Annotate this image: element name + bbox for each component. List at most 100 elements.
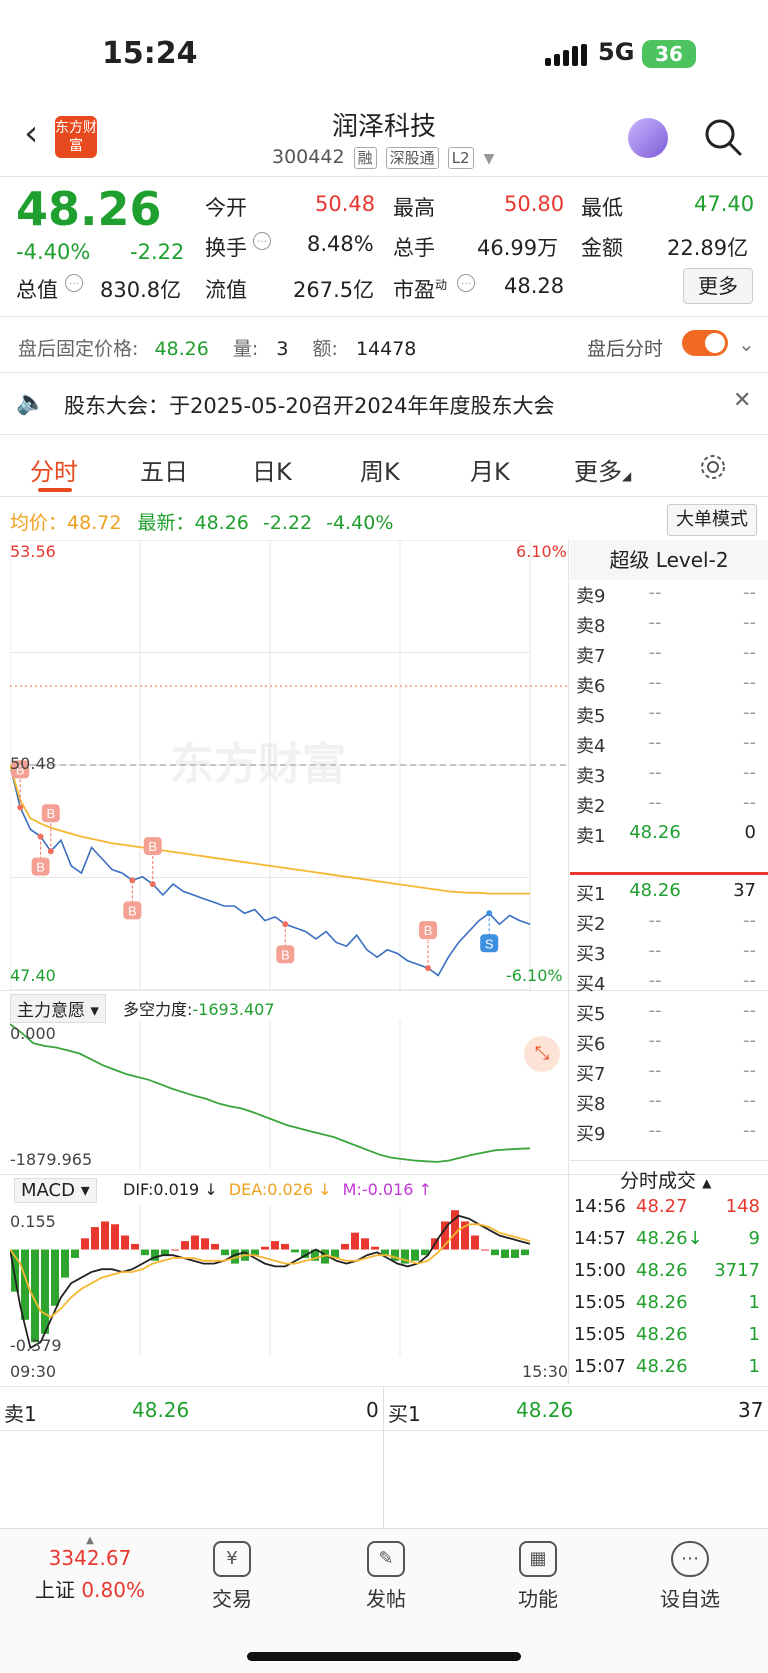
notice-bar[interactable]: 🔈 股东大会：于2025-05-20召开2024年年度股东大会 ✕ [0,374,768,434]
speaker-icon: 🔈 [16,388,46,416]
network-label: 5G [598,38,635,66]
macd-bar-negative [61,1249,69,1278]
bid-row[interactable]: 买1 48.26 37 [570,880,762,910]
grid-icon: ▦ [519,1541,557,1577]
bottom-sell-vol: 0 [366,1398,379,1422]
bid-volume: -- [743,1060,756,1081]
info-icon[interactable]: … [253,232,271,250]
big-order-mode-button[interactable]: 大单模式 [667,504,757,536]
divider [0,434,768,435]
tick-time: 15:05 [574,1292,626,1313]
ask-volume: -- [743,702,756,723]
bid-row[interactable]: 买9 -- -- [570,1120,762,1150]
bid-volume: -- [743,1120,756,1141]
bid-row[interactable]: 买5 -- -- [570,1000,762,1030]
ask-volume: -- [743,612,756,633]
tick-volume: 1 [748,1292,760,1313]
mktcap-label: 总值 [16,278,58,302]
add-watchlist-button[interactable]: ⋯ 设自选 [640,1529,740,1612]
ask-row[interactable]: 卖5 -- -- [570,702,762,732]
macd-bar-positive [181,1241,189,1250]
post-button[interactable]: ✎ 发帖 [336,1529,436,1612]
close-icon[interactable]: ✕ [733,388,751,413]
bid-level-label: 买2 [576,914,606,935]
index-ticker[interactable]: ▲ 3342.67 上证 0.80% [20,1529,160,1603]
trade-icon: ¥ [213,1541,251,1577]
order-book-title[interactable]: 超级 Level-2 [570,540,768,580]
robot-assistant-icon[interactable] [628,118,668,158]
tick-volume: 9 [748,1228,760,1249]
tick-row: 15:05 48.26 1 [574,1292,766,1324]
tick-row: 14:57 48.26↓ 9 [574,1228,766,1260]
marker-dot [129,877,136,884]
ask-price: -- [648,702,662,723]
info-icon[interactable]: … [65,274,83,292]
ask-row[interactable]: 卖7 -- -- [570,642,762,672]
ask-row[interactable]: 卖3 -- -- [570,762,762,792]
bid-row[interactable]: 买6 -- -- [570,1030,762,1060]
macd-chart [10,1206,531,1356]
ask-price: -- [648,792,662,813]
macd-bar-negative [391,1249,399,1261]
chevron-down-icon: ▼ [483,151,495,167]
bid-level-label: 买1 [576,884,606,905]
bid-price: -- [648,1030,662,1051]
macd-bar-positive [111,1224,119,1250]
bid-price: -- [648,940,662,961]
expand-icon[interactable]: ⤡ [524,1036,560,1072]
caret-up-icon: ▲ [86,1535,94,1546]
functions-button[interactable]: ▦ 功能 [488,1529,588,1612]
bid-volume: -- [743,910,756,931]
chevron-down-icon[interactable]: ⌄ [738,332,755,356]
force-indicator-dropdown[interactable]: 主力意愿 ▾ [10,994,106,1023]
macd-bar-negative [511,1249,519,1258]
tab-intraday[interactable]: 分时 [30,452,78,487]
divider [0,316,768,317]
bid-row[interactable]: 买7 -- -- [570,1060,762,1090]
tick-volume: 148 [725,1196,760,1217]
macd-bar-negative [291,1249,299,1253]
macd-bar-negative [71,1249,79,1258]
ask-row[interactable]: 卖4 -- -- [570,732,762,762]
search-icon[interactable] [702,116,744,158]
open-value: 50.48 [315,192,376,216]
mktcap-value: 830.8亿 [100,278,182,302]
more-dots-icon: ⋯ [671,1541,709,1577]
macd-dropdown[interactable]: MACD ▾ [14,1178,97,1203]
macd-bar-positive [271,1241,279,1250]
ask-row[interactable]: 卖8 -- -- [570,612,762,642]
ask-row[interactable]: 卖2 -- -- [570,792,762,822]
ask-row[interactable]: 卖1 48.26 0 [570,822,762,852]
tab-monthly-k[interactable]: 月K [470,452,510,487]
after-hours-toggle[interactable] [682,330,728,356]
bid-row[interactable]: 买4 -- -- [570,970,762,1000]
tick-row: 15:07 48.26 1 [574,1356,766,1388]
tick-price: 48.27 [636,1196,688,1217]
ticks-title[interactable]: 分时成交 ▲ [620,1166,711,1193]
ask-row[interactable]: 卖6 -- -- [570,672,762,702]
tab-daily-k[interactable]: 日K [252,452,292,487]
bid-level-label: 买7 [576,1064,606,1085]
bid-level-label: 买8 [576,1094,606,1115]
macd-bar-positive [481,1249,489,1251]
tick-time: 15:05 [574,1324,626,1345]
bid-row[interactable]: 买8 -- -- [570,1090,762,1120]
info-icon[interactable]: … [457,274,475,292]
ask-row[interactable]: 卖9 -- -- [570,582,762,612]
tick-row: 15:00 48.26 3717 [574,1260,766,1292]
more-button[interactable]: 更多 [683,268,753,304]
x-start-label: 09:30 [10,1362,57,1381]
bid-row[interactable]: 买3 -- -- [570,940,762,970]
tab-five-day[interactable]: 五日 [140,452,188,487]
macd-bar-positive [371,1246,379,1250]
trade-button[interactable]: ¥ 交易 [182,1529,282,1612]
buy-marker-label: B [36,860,45,875]
settings-gear-icon[interactable] [698,452,728,482]
bid-row[interactable]: 买2 -- -- [570,910,762,940]
stock-code-row[interactable]: 300442 融 深股通 L2 ▼ [272,146,494,169]
ask-level-label: 卖5 [576,706,606,727]
pct-top-label: 6.10% [516,542,567,561]
tab-weekly-k[interactable]: 周K [360,452,400,487]
tab-more[interactable]: 更多◢ [574,452,631,487]
ask-level-label: 卖6 [576,676,606,697]
